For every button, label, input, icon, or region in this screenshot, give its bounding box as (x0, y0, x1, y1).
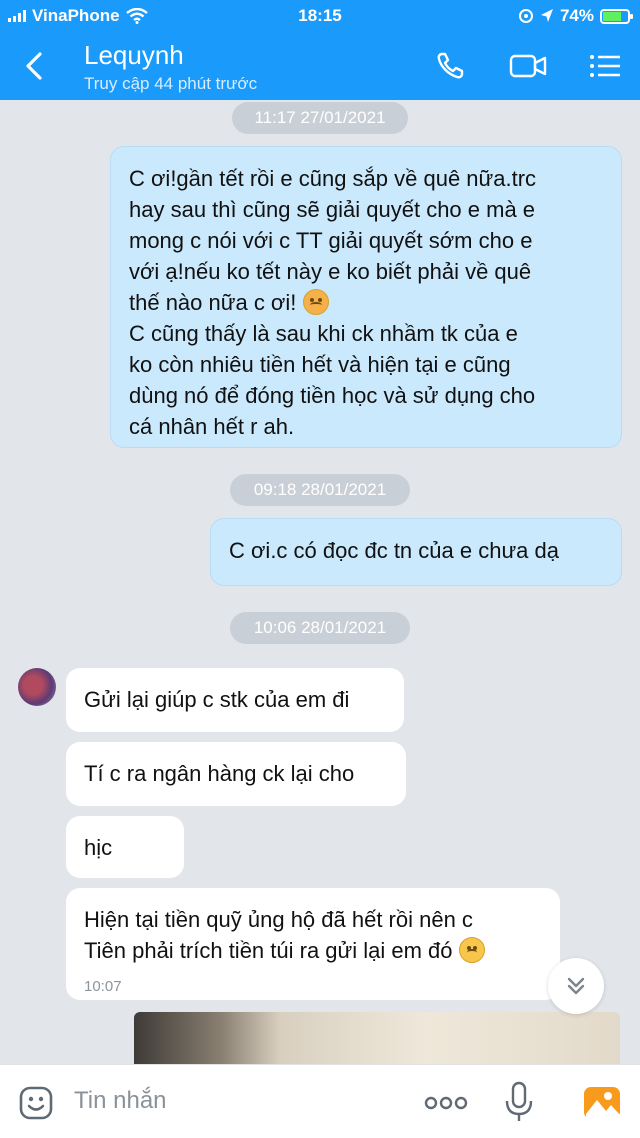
incoming-message[interactable]: Hiện tại tiền quỹ ủng hộ đã hết rồi nên … (66, 888, 560, 1000)
image-icon[interactable] (582, 1083, 622, 1121)
chevron-double-down-icon (567, 977, 585, 995)
message-input[interactable]: Tin nhắn (74, 1087, 167, 1115)
message-line: hay sau thì cũng sẽ giải quyết cho e mà … (129, 197, 536, 222)
sad-face-emoji (458, 937, 485, 963)
date-stamp: 10:06 28/01/2021 (230, 612, 410, 644)
message-text: Tí c ra ngân hàng ck lại cho (84, 761, 355, 786)
battery-percent: 74% (559, 6, 594, 25)
message-line: Hiện tại tiền quỹ ủng hộ đã hết rồi nên … (84, 907, 473, 932)
scroll-to-bottom-button[interactable] (548, 958, 604, 1014)
menu-list-icon[interactable] (586, 48, 626, 84)
incoming-message[interactable]: Gửi lại giúp c stk của em đi (66, 668, 404, 732)
incoming-message[interactable]: hịc (66, 816, 184, 878)
status-bar: VinaPhone 18:15 74% (0, 0, 640, 32)
message-line: cá nhân hết r ah. (129, 414, 295, 439)
date-stamp: 11:17 27/01/2021 (232, 102, 408, 134)
message-line: C ơi!gần tết rồi e cũng sắp về quê nữa.t… (129, 166, 537, 191)
message-list[interactable]: 11:17 27/01/2021 C ơi!gần tết rồi e cũng… (0, 100, 640, 1064)
avatar[interactable] (18, 668, 56, 706)
date-stamp: 09:18 28/01/2021 (230, 474, 410, 506)
message-line: ko còn nhiêu tiền hết và hiện tại e cũng (129, 352, 511, 377)
message-line: mong c nói với c TT giải quyết sớm cho e (129, 228, 533, 253)
message-text: hịc (84, 835, 113, 860)
message-line: với ạ!nếu ko tết này e ko biết phải về q… (129, 259, 532, 284)
chat-header: Lequynh Truy cập 44 phút trước (0, 32, 640, 100)
phone-call-icon[interactable] (432, 48, 472, 84)
back-arrow-icon[interactable] (16, 46, 52, 86)
message-text: Gửi lại giúp c stk của em đi (84, 687, 350, 712)
contact-name[interactable]: Lequynh (84, 40, 184, 71)
sticker-icon[interactable] (18, 1085, 54, 1121)
message-line: Tiên phải trích tiền túi ra gửi lại em đ… (84, 938, 453, 963)
angry-face-emoji (302, 289, 329, 315)
video-call-icon[interactable] (508, 48, 548, 84)
microphone-icon[interactable] (504, 1081, 534, 1123)
message-line: dùng nó để đóng tiền học và sử dụng cho (129, 383, 536, 408)
battery-icon (600, 8, 633, 24)
status-right: 74% (518, 6, 633, 26)
incoming-message[interactable]: Tí c ra ngân hàng ck lại cho (66, 742, 406, 806)
message-text: C ơi.c có đọc đc tn của e chưa dạ (229, 538, 559, 563)
orientation-lock-icon (518, 9, 533, 23)
more-icon[interactable] (424, 1091, 468, 1115)
last-seen-status: Truy cập 44 phút trước (84, 74, 258, 93)
image-message-preview[interactable] (134, 1012, 620, 1064)
outgoing-message[interactable]: C ơi!gần tết rồi e cũng sắp về quê nữa.t… (110, 146, 622, 448)
location-icon (540, 9, 553, 22)
message-input-bar: Tin nhắn (0, 1064, 640, 1138)
message-time: 10:07 (84, 978, 122, 995)
message-line: thế nào nữa c ơi! (129, 290, 297, 315)
message-line: C cũng thấy là sau khi ck nhầm tk của e (129, 321, 518, 346)
top-bar: VinaPhone 18:15 74% Lequynh Truy cập 44 … (0, 0, 640, 100)
outgoing-message[interactable]: C ơi.c có đọc đc tn của e chưa dạ (210, 518, 622, 586)
